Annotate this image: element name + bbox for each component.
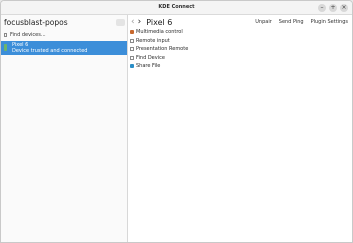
chevron-right-icon[interactable]: › xyxy=(138,17,142,28)
device-item-pixel-6[interactable]: Pixel 6 Device trusted and connected xyxy=(1,41,127,55)
plugin-item-share-file[interactable]: Share File xyxy=(130,62,188,71)
chevron-left-icon[interactable]: ‹ xyxy=(131,17,135,28)
document-icon xyxy=(130,38,134,43)
send-ping-button[interactable]: Send Ping xyxy=(279,19,304,25)
device-status: Device trusted and connected xyxy=(12,48,88,54)
plugin-item-presentation-remote[interactable]: Presentation Remote xyxy=(130,45,188,54)
kde-connect-window: KDE Connect – + × focusblast-popos Find … xyxy=(0,0,353,243)
window-title: KDE Connect xyxy=(158,4,195,10)
page-header: ‹ › Pixel 6 xyxy=(131,17,172,28)
find-devices-label: Find devices... xyxy=(10,32,46,38)
device-actions: Unpair Send Ping Plugin Settings xyxy=(255,19,348,25)
phone-icon xyxy=(4,44,7,51)
plugin-label: Find Device xyxy=(136,54,165,61)
plugin-list: Multimedia control Remote input Presenta… xyxy=(130,28,188,71)
folder-icon xyxy=(130,64,134,69)
plugin-item-multimedia-control[interactable]: Multimedia control xyxy=(130,28,188,37)
page-title: Pixel 6 xyxy=(146,18,173,27)
plugin-label: Share File xyxy=(136,63,161,70)
window-controls: – + × xyxy=(318,4,348,12)
plugin-label: Remote input xyxy=(136,37,170,44)
device-page: ‹ › Pixel 6 Unpair Send Ping Plugin Sett… xyxy=(128,15,352,242)
media-icon xyxy=(130,30,134,35)
plugin-item-find-device[interactable]: Find Device xyxy=(130,54,188,63)
plugin-label: Presentation Remote xyxy=(136,46,189,53)
rename-button[interactable] xyxy=(116,19,125,26)
hostname-field[interactable]: focusblast-popos xyxy=(4,18,68,27)
find-devices-item[interactable]: Find devices... xyxy=(1,30,127,40)
plugin-label: Multimedia control xyxy=(136,29,183,36)
maximize-button[interactable]: + xyxy=(329,4,337,12)
close-button[interactable]: × xyxy=(340,4,348,12)
sidebar: focusblast-popos Find devices... Pixel 6… xyxy=(1,15,128,242)
minimize-button[interactable]: – xyxy=(318,4,326,12)
title-bar: KDE Connect – + × xyxy=(1,1,352,15)
plugin-settings-button[interactable]: Plugin Settings xyxy=(311,19,348,25)
document-icon xyxy=(4,33,7,37)
plugin-item-remote-input[interactable]: Remote input xyxy=(130,37,188,46)
document-icon xyxy=(130,47,134,52)
unpair-button[interactable]: Unpair xyxy=(255,19,272,25)
document-icon xyxy=(130,55,134,60)
